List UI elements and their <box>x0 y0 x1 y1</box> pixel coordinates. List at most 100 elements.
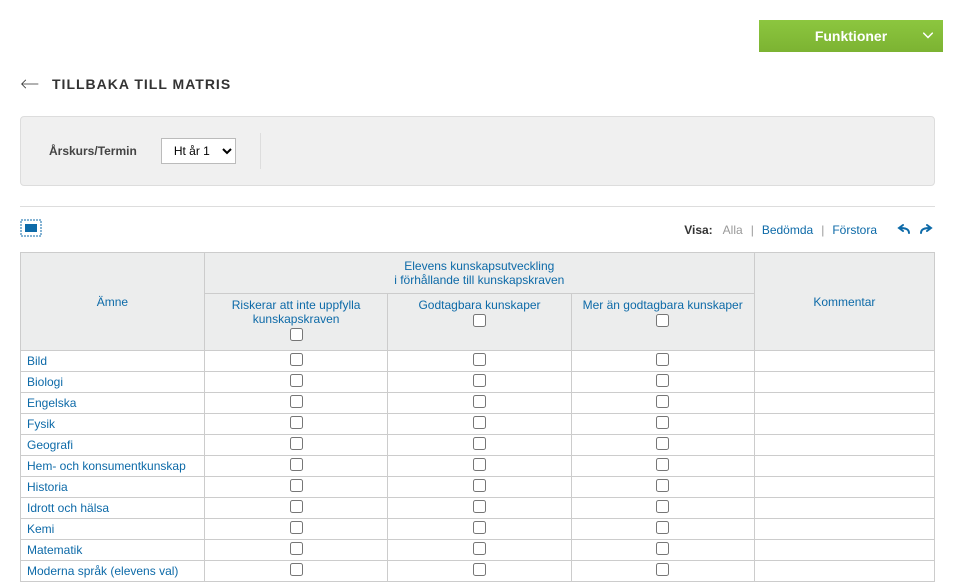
row-checkbox-col2[interactable] <box>473 458 486 471</box>
divider-line <box>20 206 935 207</box>
subject-cell[interactable]: Biologi <box>21 372 205 393</box>
check-cell-col2 <box>388 477 571 498</box>
th-col1-label: Riskerar att inte uppfylla kunskapskrave… <box>213 298 380 326</box>
kommentar-cell[interactable] <box>754 498 934 519</box>
visa-forstora-link[interactable]: Förstora <box>828 223 881 237</box>
funktioner-label: Funktioner <box>815 28 887 44</box>
kommentar-cell[interactable] <box>754 456 934 477</box>
kommentar-cell[interactable] <box>754 351 934 372</box>
row-checkbox-col2[interactable] <box>473 374 486 387</box>
arskurs-termin-select[interactable]: Ht år 1 <box>161 138 236 164</box>
visa-bedomda-link[interactable]: Bedömda <box>758 223 817 237</box>
row-checkbox-col3[interactable] <box>656 353 669 366</box>
row-checkbox-col1[interactable] <box>290 479 303 492</box>
row-checkbox-col3[interactable] <box>656 437 669 450</box>
check-cell-col1 <box>204 393 388 414</box>
th-kommentar: Kommentar <box>754 253 934 351</box>
row-checkbox-col3[interactable] <box>656 521 669 534</box>
row-checkbox-col1[interactable] <box>290 563 303 576</box>
subject-cell[interactable]: Bild <box>21 351 205 372</box>
table-row: Hem- och konsumentkunskap <box>21 456 935 477</box>
check-cell-col3 <box>571 540 754 561</box>
row-checkbox-col3[interactable] <box>656 563 669 576</box>
row-checkbox-col2[interactable] <box>473 416 486 429</box>
check-cell-col1 <box>204 498 388 519</box>
subject-cell[interactable]: Fysik <box>21 414 205 435</box>
row-checkbox-col1[interactable] <box>290 542 303 555</box>
check-cell-col1 <box>204 477 388 498</box>
row-checkbox-col1[interactable] <box>290 395 303 408</box>
row-checkbox-col3[interactable] <box>656 500 669 513</box>
row-checkbox-col2[interactable] <box>473 563 486 576</box>
kommentar-cell[interactable] <box>754 540 934 561</box>
row-checkbox-col2[interactable] <box>473 479 486 492</box>
row-checkbox-col3[interactable] <box>656 395 669 408</box>
row-checkbox-col1[interactable] <box>290 416 303 429</box>
subject-cell[interactable]: Kemi <box>21 519 205 540</box>
row-checkbox-col2[interactable] <box>473 542 486 555</box>
filter-bar: Årskurs/Termin Ht år 1 <box>20 116 935 186</box>
chevron-down-icon <box>923 31 933 42</box>
row-checkbox-col3[interactable] <box>656 458 669 471</box>
back-arrow-icon[interactable] <box>20 77 40 91</box>
row-checkbox-col2[interactable] <box>473 395 486 408</box>
row-checkbox-col1[interactable] <box>290 500 303 513</box>
table-row: Idrott och hälsa <box>21 498 935 519</box>
row-checkbox-col1[interactable] <box>290 374 303 387</box>
row-checkbox-col1[interactable] <box>290 437 303 450</box>
row-checkbox-col3[interactable] <box>656 542 669 555</box>
row-checkbox-col1[interactable] <box>290 458 303 471</box>
layout-fullscreen-icon[interactable] <box>20 219 42 240</box>
visa-alla-link[interactable]: Alla <box>719 223 747 237</box>
check-cell-col1 <box>204 456 388 477</box>
row-checkbox-col3[interactable] <box>656 374 669 387</box>
check-cell-col2 <box>388 540 571 561</box>
kommentar-cell[interactable] <box>754 414 934 435</box>
check-cell-col2 <box>388 456 571 477</box>
kommentar-cell[interactable] <box>754 561 934 582</box>
subject-cell[interactable]: Matematik <box>21 540 205 561</box>
redo-icon[interactable] <box>917 222 935 238</box>
table-row: Geografi <box>21 435 935 456</box>
subject-cell[interactable]: Idrott och hälsa <box>21 498 205 519</box>
subject-cell[interactable]: Engelska <box>21 393 205 414</box>
visa-separator: | <box>821 223 824 237</box>
select-all-col3-checkbox[interactable] <box>656 314 669 327</box>
row-checkbox-col2[interactable] <box>473 437 486 450</box>
row-checkbox-col1[interactable] <box>290 353 303 366</box>
row-checkbox-col3[interactable] <box>656 479 669 492</box>
table-row: Biologi <box>21 372 935 393</box>
matrix-table: Ämne Elevens kunskapsutveckling i förhål… <box>20 252 935 582</box>
th-elevens-line2: i förhållande till kunskapskraven <box>213 273 746 287</box>
th-col3: Mer än godtagbara kunskaper <box>571 294 754 351</box>
visa-group: Visa: Alla | Bedömda | Förstora <box>684 222 935 238</box>
select-all-col1-checkbox[interactable] <box>290 328 303 341</box>
subject-cell[interactable]: Historia <box>21 477 205 498</box>
check-cell-col1 <box>204 351 388 372</box>
undo-icon[interactable] <box>895 222 913 238</box>
subject-cell[interactable]: Moderna språk (elevens val) <box>21 561 205 582</box>
row-checkbox-col1[interactable] <box>290 521 303 534</box>
th-col1: Riskerar att inte uppfylla kunskapskrave… <box>204 294 388 351</box>
select-all-col2-checkbox[interactable] <box>473 314 486 327</box>
kommentar-cell[interactable] <box>754 372 934 393</box>
check-cell-col3 <box>571 498 754 519</box>
kommentar-cell[interactable] <box>754 435 934 456</box>
check-cell-col1 <box>204 561 388 582</box>
check-cell-col3 <box>571 456 754 477</box>
row-checkbox-col2[interactable] <box>473 500 486 513</box>
funktioner-button[interactable]: Funktioner <box>759 20 943 52</box>
subject-cell[interactable]: Hem- och konsumentkunskap <box>21 456 205 477</box>
row-checkbox-col2[interactable] <box>473 353 486 366</box>
check-cell-col3 <box>571 351 754 372</box>
row-checkbox-col3[interactable] <box>656 416 669 429</box>
kommentar-cell[interactable] <box>754 393 934 414</box>
subject-cell[interactable]: Geografi <box>21 435 205 456</box>
kommentar-cell[interactable] <box>754 519 934 540</box>
check-cell-col3 <box>571 477 754 498</box>
row-checkbox-col2[interactable] <box>473 521 486 534</box>
table-row: Matematik <box>21 540 935 561</box>
check-cell-col3 <box>571 561 754 582</box>
filter-label: Årskurs/Termin <box>49 144 137 158</box>
kommentar-cell[interactable] <box>754 477 934 498</box>
